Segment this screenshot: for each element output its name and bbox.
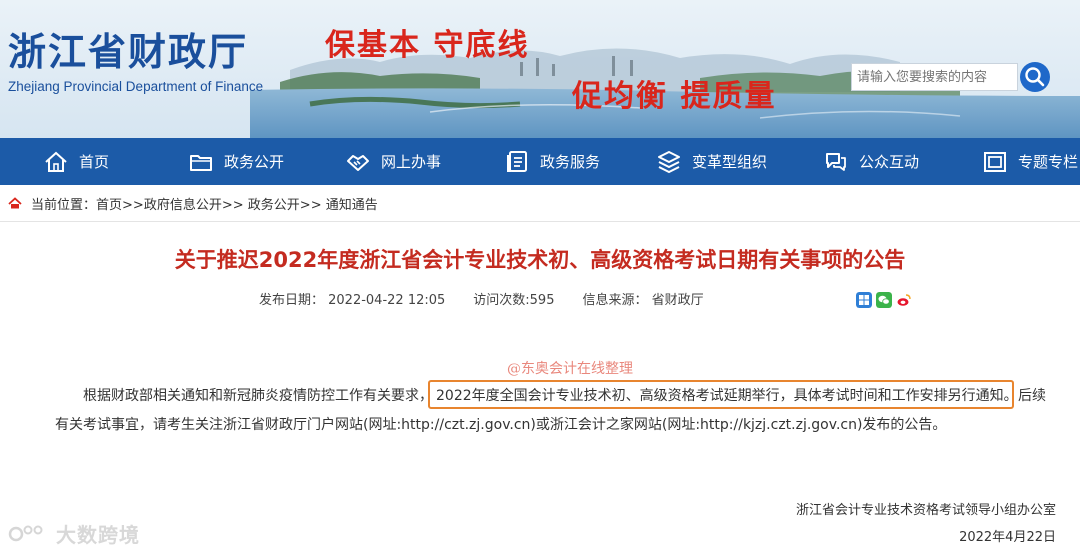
nav-item-home[interactable]: 首页	[43, 138, 109, 185]
breadcrumb-prefix: 当前位置：	[31, 198, 97, 213]
paragraph-line-1-start: 根据财政部相关通知和新冠肺炎疫情防控工作有关要求，	[83, 388, 433, 404]
slogan-line-2: 促均衡 提质量	[572, 79, 777, 114]
article-title: 关于推迟2022年度浙江省会计专业技术初、高级资格考试日期有关事项的公告	[174, 248, 906, 272]
weibo-icon[interactable]	[896, 292, 912, 308]
breadcrumb-link-notices[interactable]: 通知通告	[326, 198, 378, 213]
signature-organization: 浙江省会计专业技术资格考试领导小组办公室	[795, 503, 1056, 518]
publish-date: 发布日期： 2022-04-22 12:05	[259, 293, 446, 308]
paragraph-line-1-tail: 后续	[1018, 388, 1046, 404]
column-icon	[982, 149, 1008, 175]
nav-item-public-interaction[interactable]: 公众互动	[823, 138, 919, 185]
info-source: 信息来源： 省财政厅	[582, 293, 704, 308]
visit-count: 访问次数:595	[473, 293, 555, 308]
location-home-icon	[8, 197, 22, 209]
site-logo-subtitle: Zhejiang Provincial Department of Financ…	[8, 79, 264, 94]
home-icon	[43, 149, 69, 175]
nav-label: 公众互动	[859, 153, 920, 171]
nav-label: 专题专栏	[1018, 153, 1079, 171]
layers-icon	[656, 149, 682, 175]
slogan-line-1: 保基本 守底线	[325, 28, 530, 63]
nav-item-gov-affairs-open[interactable]: 政务公开	[188, 138, 284, 185]
site-logo-title[interactable]: 浙江省财政厅	[8, 30, 248, 74]
share-buttons	[856, 292, 912, 308]
breadcrumb-link-home[interactable]: 首页	[96, 198, 122, 213]
paragraph-line-2: 有关考试事宜，请考生关注浙江省财政厅门户网站(网址:http://czt.zj.…	[55, 417, 947, 433]
nav-item-reform-organization[interactable]: 变革型组织	[656, 138, 767, 185]
nav-label: 政务服务	[540, 153, 601, 171]
nav-label: 变革型组织	[692, 153, 768, 171]
header-banner: 浙江省财政厅 Zhejiang Provincial Department of…	[0, 0, 1080, 138]
nav-item-special-columns[interactable]: 专题专栏	[982, 138, 1078, 185]
breadcrumb: 当前位置：首页>>政府信息公开>> 政务公开>> 通知通告	[0, 185, 1080, 222]
breadcrumb-separator: >>	[221, 198, 244, 213]
nav-label: 网上办事	[381, 153, 442, 171]
article-meta: 发布日期： 2022-04-22 12:05 访问次数:595 信息来源： 省财政厅	[259, 293, 732, 309]
folder-icon	[188, 149, 214, 175]
handshake-icon	[345, 149, 371, 175]
signature-date: 2022年4月22日	[959, 530, 1056, 545]
search-button[interactable]	[1020, 62, 1050, 92]
search-input[interactable]	[851, 63, 1018, 91]
chat-icon	[823, 149, 849, 175]
corner-watermark-text: 大数跨境	[56, 523, 140, 547]
magnifier-icon	[1025, 67, 1045, 87]
corner-watermark-logo-icon	[8, 525, 43, 541]
breadcrumb-link-gov-info[interactable]: 政府信息公开	[144, 198, 222, 213]
corner-watermark: 大数跨境	[8, 519, 140, 548]
nav-label: 首页	[79, 153, 110, 171]
breadcrumb-trail: 当前位置：首页>>政府信息公开>> 政务公开>> 通知通告	[31, 194, 378, 213]
nav-item-online-services[interactable]: 网上办事	[345, 138, 441, 185]
document-icon	[504, 149, 530, 175]
watermark-text: @东奥会计在线整理	[507, 361, 633, 377]
main-nav: 首页 政务公开 网上办事 政务服务 变革型组织 公众互动 专题专栏	[0, 138, 1080, 185]
nav-label: 政务公开	[224, 153, 285, 171]
paragraph-highlighted-sentence: 2022年度全国会计专业技术初、高级资格考试延期举行，具体考试时间和工作安排另行…	[436, 388, 1018, 404]
breadcrumb-link-gov-affairs[interactable]: 政务公开	[248, 198, 300, 213]
share-plus-icon[interactable]	[856, 292, 872, 308]
breadcrumb-separator: >>	[122, 198, 144, 213]
wechat-icon[interactable]	[876, 292, 892, 308]
nav-item-gov-services[interactable]: 政务服务	[504, 138, 600, 185]
breadcrumb-separator: >>	[299, 198, 322, 213]
